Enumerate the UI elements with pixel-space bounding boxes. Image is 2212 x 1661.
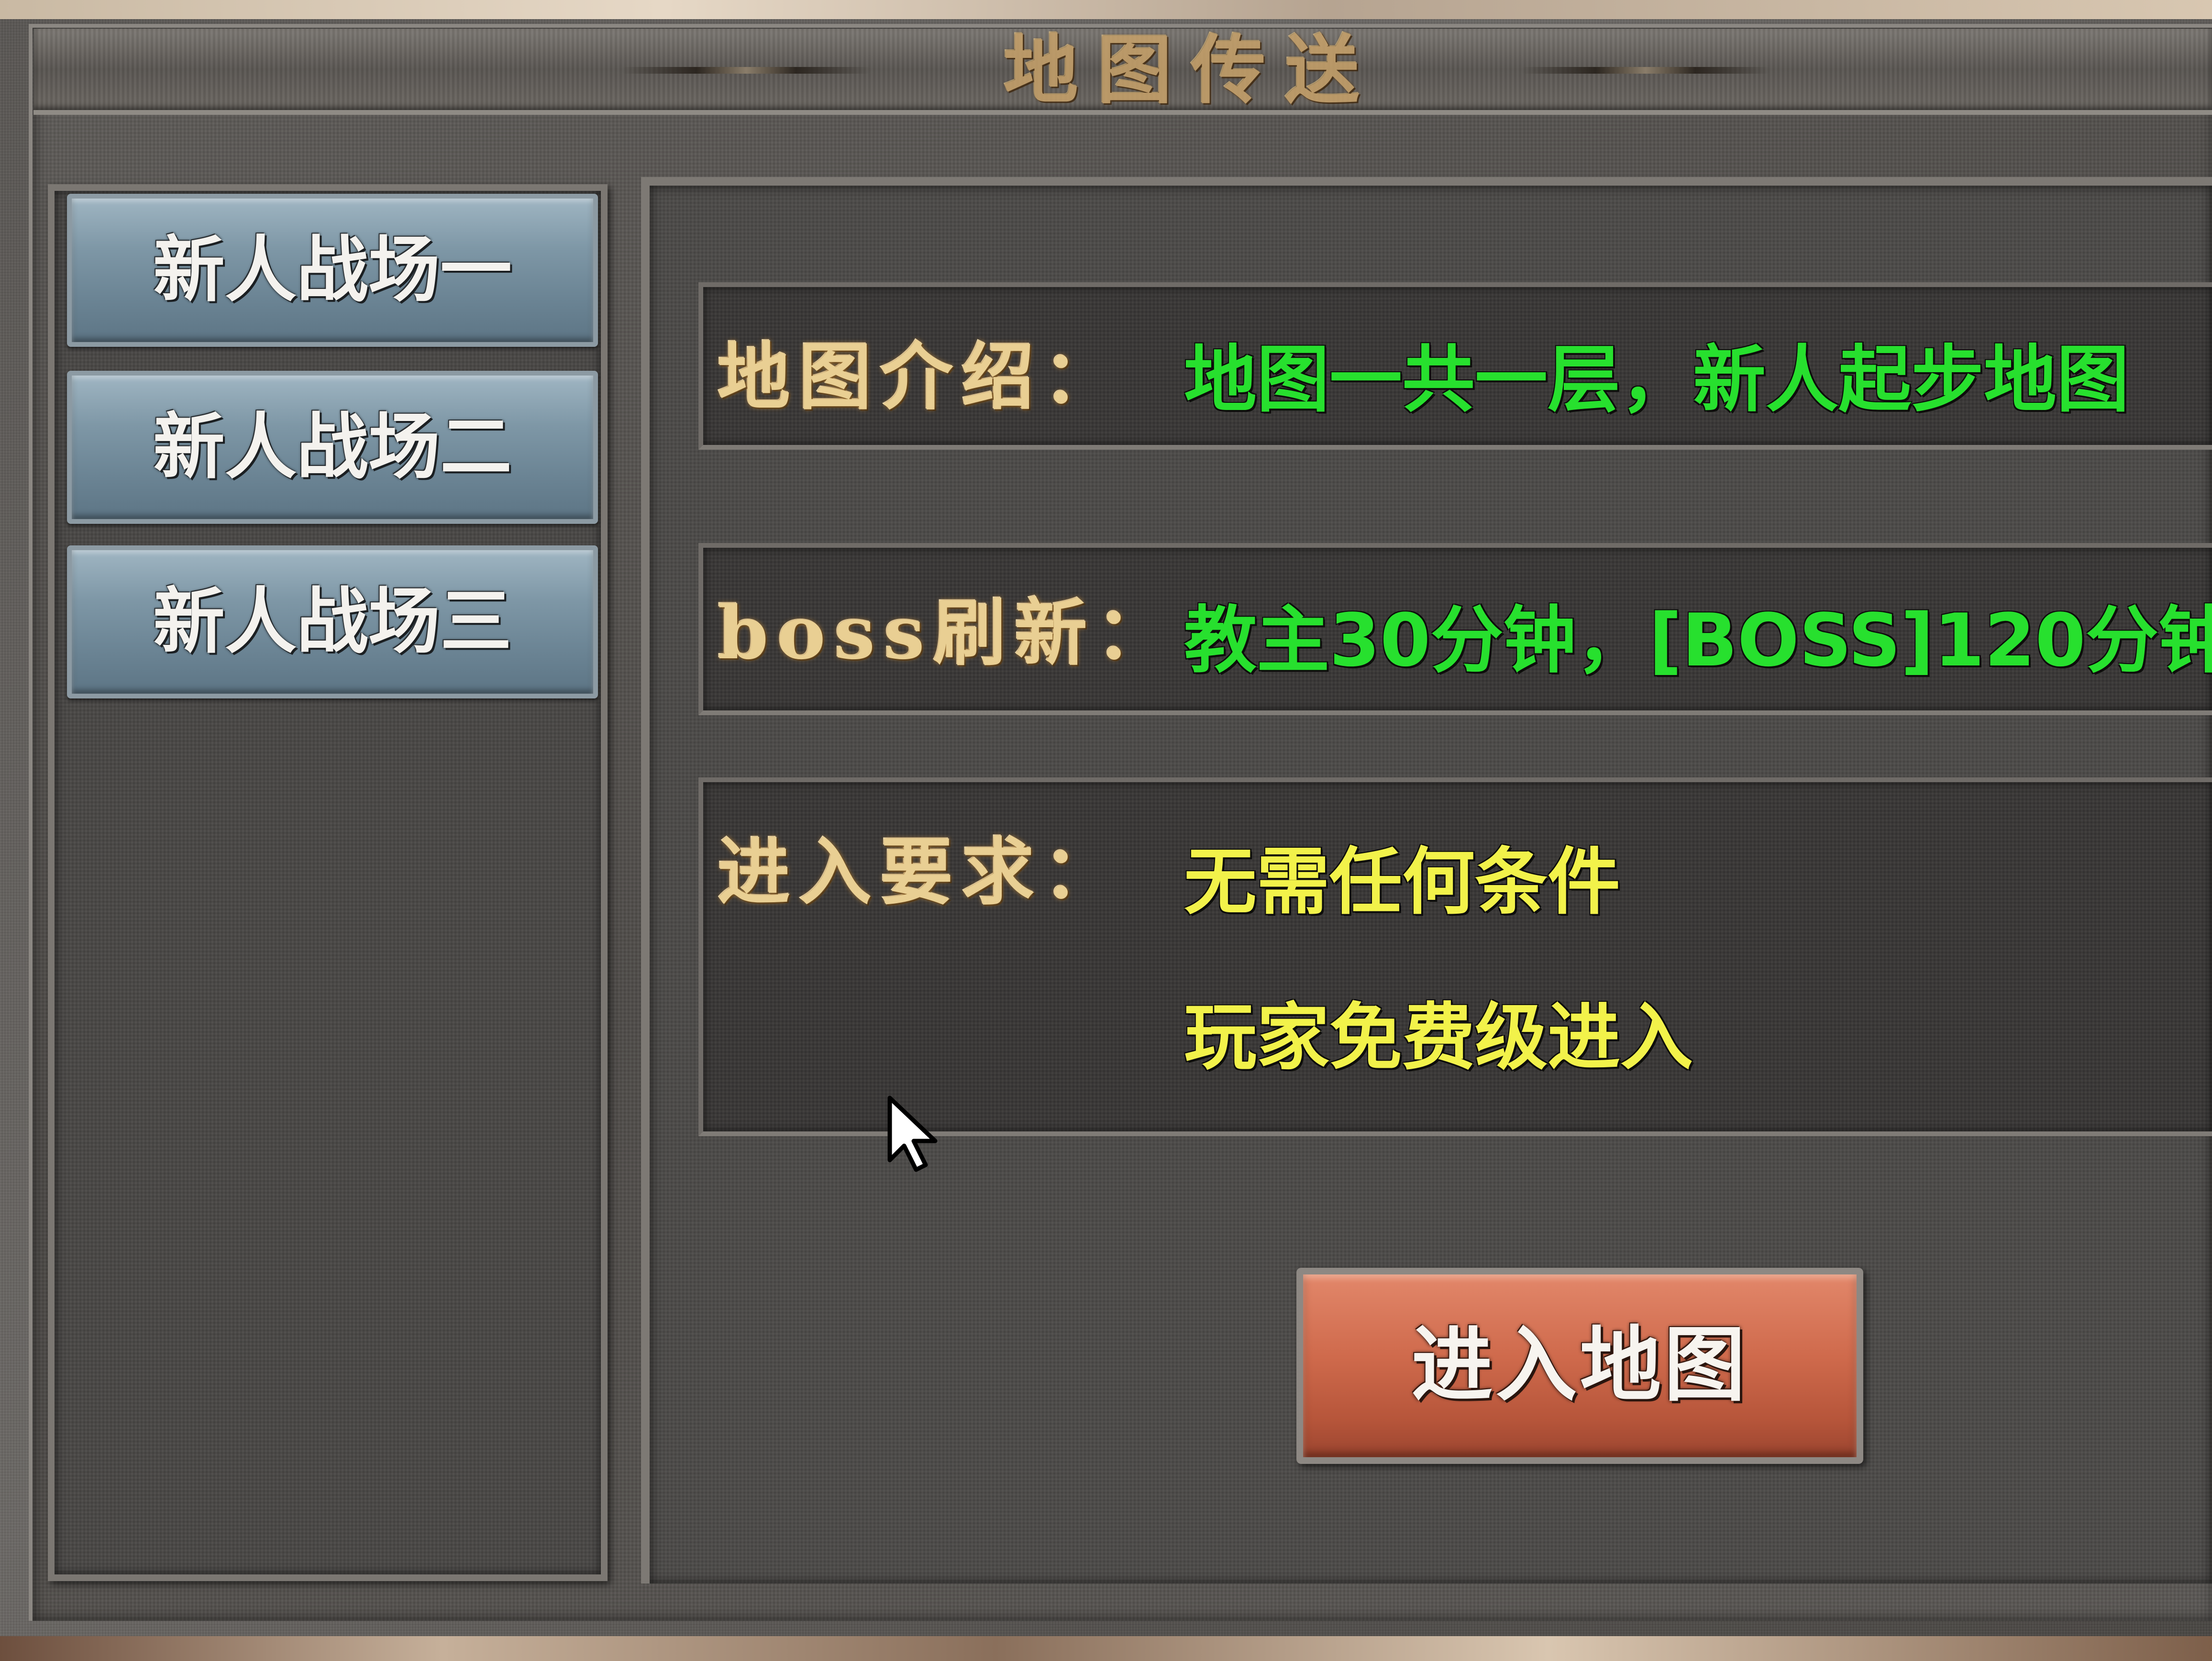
top-edge-decoration xyxy=(0,0,2212,19)
window-title: 地图传送 xyxy=(1004,26,1379,114)
mouse-cursor-icon xyxy=(887,1096,938,1172)
requirement-line-1: 无需任何条件 xyxy=(1184,840,1620,924)
title-ornament-left xyxy=(622,67,871,74)
enter-map-button[interactable]: 进入地图 xyxy=(1296,1268,1863,1464)
requirement-label: 进入要求： xyxy=(718,829,1124,915)
map-tab-2[interactable]: 新人战场二 xyxy=(67,371,598,524)
requirement-line-2: 玩家免费级进入 xyxy=(1184,995,1693,1080)
title-ornament-right xyxy=(1521,67,1770,74)
boss-refresh-value: 教主30分钟，[BOSS]120分钟 xyxy=(1184,598,2212,683)
intro-value: 地图一共一层，新人起步地图 xyxy=(1184,337,2129,422)
map-tab-3[interactable]: 新人战场三 xyxy=(67,545,598,698)
intro-label: 地图介绍： xyxy=(718,334,1124,420)
map-tab-1[interactable]: 新人战场一 xyxy=(67,194,598,347)
boss-refresh-label: boss刷新： xyxy=(718,590,1177,675)
bottom-edge-decoration xyxy=(0,1636,2212,1661)
